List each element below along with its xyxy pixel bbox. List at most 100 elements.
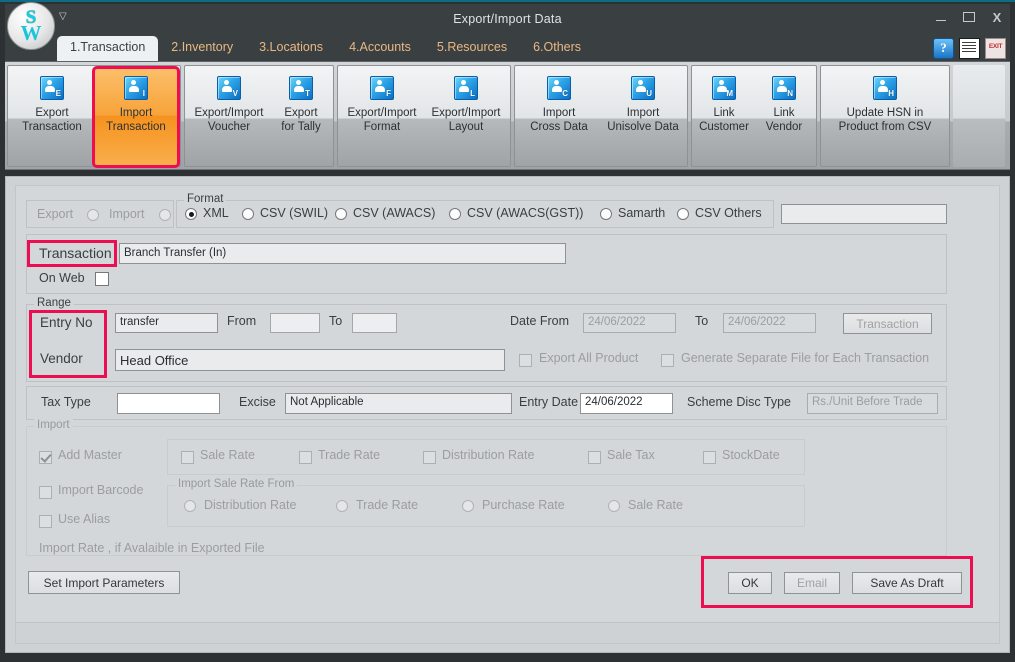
entry-date-input[interactable]: 24/06/2022 bbox=[580, 393, 673, 414]
entry-no-combo[interactable]: transfer bbox=[115, 313, 218, 333]
srf-radio-sale-rate[interactable] bbox=[608, 500, 620, 512]
tab-accounts[interactable]: 4.Accounts bbox=[336, 36, 424, 61]
ribbon-import-unisolve-data[interactable]: U Import Unisolve Data bbox=[601, 68, 685, 166]
save-as-draft-button[interactable]: Save As Draft bbox=[852, 572, 962, 594]
ribbon-export-import-format[interactable]: F Export/Import Format bbox=[340, 68, 424, 166]
set-import-parameters-button[interactable]: Set Import Parameters bbox=[28, 571, 180, 594]
ribbon-toolbar: E Export Transaction I Import Transactio… bbox=[5, 62, 1010, 170]
excise-label: Excise bbox=[239, 395, 276, 409]
import-sale-rate-from-legend: Import Sale Rate From bbox=[175, 478, 298, 490]
tax-type-label: Tax Type bbox=[41, 395, 91, 409]
on-web-checkbox[interactable] bbox=[95, 272, 109, 286]
excise-combo[interactable]: Not Applicable bbox=[285, 393, 512, 414]
add-master-checkbox[interactable] bbox=[39, 451, 52, 464]
mode-group: Export Import bbox=[26, 200, 174, 228]
ribbon-group-link: M Link Customer N Link Vendor bbox=[691, 65, 817, 167]
ribbon-link-customer[interactable]: M Link Customer bbox=[694, 68, 754, 166]
import-rate-options-group: Sale Rate Trade Rate Distribution Rate S… bbox=[167, 439, 805, 475]
transaction-group: Transaction Branch Transfer (In) On Web bbox=[26, 234, 947, 294]
sale-tax-label: Sale Tax bbox=[607, 448, 655, 462]
help-icon[interactable] bbox=[933, 38, 954, 59]
srf-label-trade-rate: Trade Rate bbox=[356, 498, 419, 512]
use-alias-checkbox[interactable] bbox=[39, 515, 52, 528]
date-from-input[interactable]: 24/06/2022 bbox=[583, 313, 676, 333]
sale-rate-checkbox[interactable] bbox=[181, 451, 194, 464]
tab-transaction[interactable]: 1.Transaction bbox=[57, 36, 159, 61]
tab-resources[interactable]: 5.Resources bbox=[424, 36, 520, 61]
document-icon[interactable] bbox=[959, 38, 980, 59]
format-radio-xml[interactable] bbox=[185, 208, 197, 220]
application-window: S W ▽ Export/Import Data X 1.Transaction… bbox=[0, 0, 1015, 662]
use-alias-label: Use Alias bbox=[58, 512, 111, 526]
email-button[interactable]: Email bbox=[784, 572, 840, 594]
distribution-rate-checkbox[interactable] bbox=[423, 451, 436, 464]
stockdate-checkbox[interactable] bbox=[703, 451, 716, 464]
srf-label-sale-rate: Sale Rate bbox=[628, 498, 683, 512]
transaction-type-combo[interactable]: Branch Transfer (In) bbox=[119, 243, 566, 264]
entry-no-from-input[interactable] bbox=[270, 313, 320, 333]
export-mode-radio[interactable] bbox=[87, 209, 99, 221]
from-label: From bbox=[227, 314, 257, 328]
import-barcode-checkbox[interactable] bbox=[39, 486, 52, 499]
import-mode-radio[interactable] bbox=[159, 209, 171, 221]
ribbon-export-import-layout[interactable]: L Export/Import Layout bbox=[424, 68, 508, 166]
title-bar: S W ▽ Export/Import Data X bbox=[5, 2, 1010, 50]
scheme-disc-type-label: Scheme Disc Type bbox=[687, 395, 791, 409]
vendor-combo[interactable]: Head Office bbox=[115, 349, 505, 371]
trade-rate-checkbox[interactable] bbox=[299, 451, 312, 464]
stockdate-label: StockDate bbox=[722, 448, 780, 462]
ribbon-export-transaction[interactable]: E Export Transaction bbox=[10, 68, 94, 166]
srf-radio-trade-rate[interactable] bbox=[336, 500, 348, 512]
ribbon-export-for-tally[interactable]: T Export for Tally bbox=[271, 68, 331, 166]
generate-separate-file-checkbox[interactable] bbox=[661, 354, 674, 367]
minimize-icon[interactable] bbox=[934, 10, 948, 24]
tax-type-combo[interactable] bbox=[117, 393, 220, 414]
format-radio-csv-awacs-gst[interactable] bbox=[449, 208, 461, 220]
tab-locations[interactable]: 3.Locations bbox=[246, 36, 336, 61]
range-group: Range Entry No transfer From To Date Fro… bbox=[26, 297, 947, 382]
add-master-label: Add Master bbox=[58, 448, 122, 462]
ribbon-import-cross-data[interactable]: C Import Cross Data bbox=[517, 68, 601, 166]
export-all-product-checkbox[interactable] bbox=[519, 354, 532, 367]
format-radio-csv-swil[interactable] bbox=[242, 208, 254, 220]
tax-row-group: Tax Type Excise Not Applicable Entry Dat… bbox=[26, 386, 947, 420]
scheme-disc-type-combo[interactable]: Rs./Unit Before Trade bbox=[807, 393, 938, 414]
ribbon-update-hsn-in-product-from-csv[interactable]: H Update HSN in Product from CSV bbox=[823, 68, 947, 166]
srf-radio-distribution-rate[interactable] bbox=[184, 500, 196, 512]
sale-tax-checkbox[interactable] bbox=[588, 451, 601, 464]
maximize-icon[interactable] bbox=[962, 10, 976, 24]
srf-label-purchase-rate: Purchase Rate bbox=[482, 498, 565, 512]
date-to-input[interactable]: 24/06/2022 bbox=[723, 313, 816, 333]
ribbon-link-vendor[interactable]: N Link Vendor bbox=[754, 68, 814, 166]
format-extra-combo[interactable] bbox=[781, 204, 947, 224]
ribbon-export-import-voucher[interactable]: V Export/Import Voucher bbox=[187, 68, 271, 166]
format-label-xml: XML bbox=[203, 206, 229, 220]
ribbon-import-transaction[interactable]: I Import Transaction bbox=[92, 66, 180, 168]
transaction-label: Transaction bbox=[39, 245, 112, 261]
transaction-range-button[interactable]: Transaction bbox=[843, 313, 932, 334]
format-label-csv-swil: CSV (SWIL) bbox=[260, 206, 329, 220]
ok-button[interactable]: OK bbox=[728, 572, 772, 594]
srf-radio-purchase-rate[interactable] bbox=[462, 500, 474, 512]
date-from-label: Date From bbox=[510, 314, 570, 328]
distribution-rate-label: Distribution Rate bbox=[442, 448, 535, 462]
close-icon[interactable]: X bbox=[990, 10, 1004, 25]
vendor-label: Vendor bbox=[40, 351, 83, 366]
form-container: Export Import Format XML CSV (SWIL) CSV … bbox=[15, 185, 1000, 644]
format-radio-samarth[interactable] bbox=[600, 208, 612, 220]
ribbon-group-hsn: H Update HSN in Product from CSV bbox=[820, 65, 950, 167]
ribbon-group-transaction: E Export Transaction I Import Transactio… bbox=[7, 65, 181, 168]
export-for-tally-icon: T bbox=[289, 76, 313, 100]
export-all-product-label: Export All Product bbox=[539, 351, 639, 365]
import-cross-data-icon: C bbox=[547, 76, 571, 100]
tab-others[interactable]: 6.Others bbox=[520, 36, 594, 61]
export-import-voucher-icon: V bbox=[217, 76, 241, 100]
ribbon-label: Export/Import Voucher bbox=[194, 107, 264, 133]
exit-icon[interactable] bbox=[985, 38, 1006, 59]
window-title: Export/Import Data bbox=[453, 12, 562, 26]
format-radio-csv-others[interactable] bbox=[677, 208, 689, 220]
tab-inventory[interactable]: 2.Inventory bbox=[158, 36, 246, 61]
entry-no-to-input[interactable] bbox=[352, 313, 397, 333]
format-radio-csv-awacs[interactable] bbox=[335, 208, 347, 220]
ribbon-label: Import Transaction bbox=[106, 107, 166, 133]
